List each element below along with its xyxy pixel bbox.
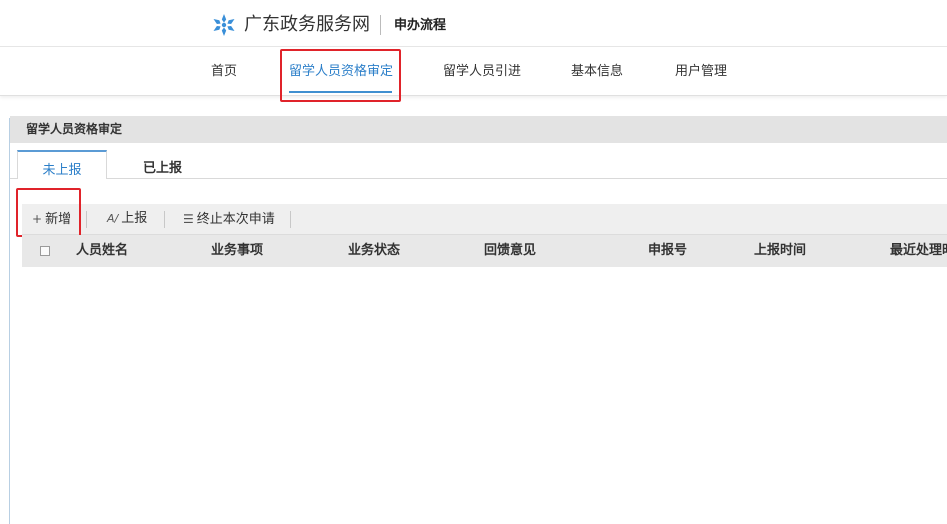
panel-header: 留学人员资格审定: [10, 116, 947, 143]
tabs-baseline: [10, 178, 947, 179]
header-divider: [380, 15, 381, 35]
top-header: 广东政务服务网 申办流程: [0, 0, 947, 47]
column-header-report-time[interactable]: 上报时间: [754, 243, 806, 259]
toolbar-separator: [290, 211, 291, 228]
tab-reported[interactable]: 已上报: [143, 157, 182, 176]
tab-not-reported[interactable]: 未上报: [17, 150, 107, 179]
column-header-name[interactable]: 人员姓名: [76, 243, 128, 259]
table-header: 人员姓名 业务事项 业务状态 回馈意见 申报号 上报时间 最近处理时间: [22, 235, 947, 267]
terminate-application-button[interactable]: ☰ 终止本次申请: [183, 211, 275, 228]
list-icon: ☰: [183, 212, 194, 226]
process-title: 申办流程: [394, 18, 447, 33]
highlight-box-nav: [280, 49, 401, 102]
terminate-button-label: 终止本次申请: [196, 212, 275, 227]
nav-item-user-management[interactable]: 用户管理: [675, 63, 727, 81]
nav-item-basic-info[interactable]: 基本信息: [571, 63, 623, 81]
report-button-label: 上报: [121, 211, 148, 226]
snowflake-logo-icon[interactable]: [212, 13, 236, 37]
toolbar: + 新增 A/上报 ☰ 终止本次申请: [22, 204, 947, 235]
tab-not-reported-label: 未上报: [42, 163, 82, 178]
panel-title: 留学人员资格审定: [26, 122, 123, 136]
column-header-application-number[interactable]: 申报号: [648, 243, 687, 259]
column-header-feedback[interactable]: 回馈意见: [484, 243, 536, 259]
main-nav: 首页 留学人员资格审定 留学人员引进 基本信息 用户管理: [0, 47, 947, 96]
nav-item-home[interactable]: 首页: [211, 63, 237, 81]
highlight-box-add: [16, 188, 81, 237]
toolbar-separator: [86, 211, 87, 228]
report-button[interactable]: A/上报: [107, 211, 147, 227]
select-all-checkbox[interactable]: [40, 246, 50, 256]
site-title[interactable]: 广东政务服务网: [244, 13, 370, 37]
column-header-business-item[interactable]: 业务事项: [211, 243, 263, 259]
column-header-business-status[interactable]: 业务状态: [348, 243, 400, 259]
signature-icon: A/: [107, 212, 119, 225]
nav-item-talent-introduction[interactable]: 留学人员引进: [443, 63, 521, 81]
toolbar-separator: [164, 211, 165, 228]
column-header-last-processed-time[interactable]: 最近处理时间: [890, 243, 947, 259]
